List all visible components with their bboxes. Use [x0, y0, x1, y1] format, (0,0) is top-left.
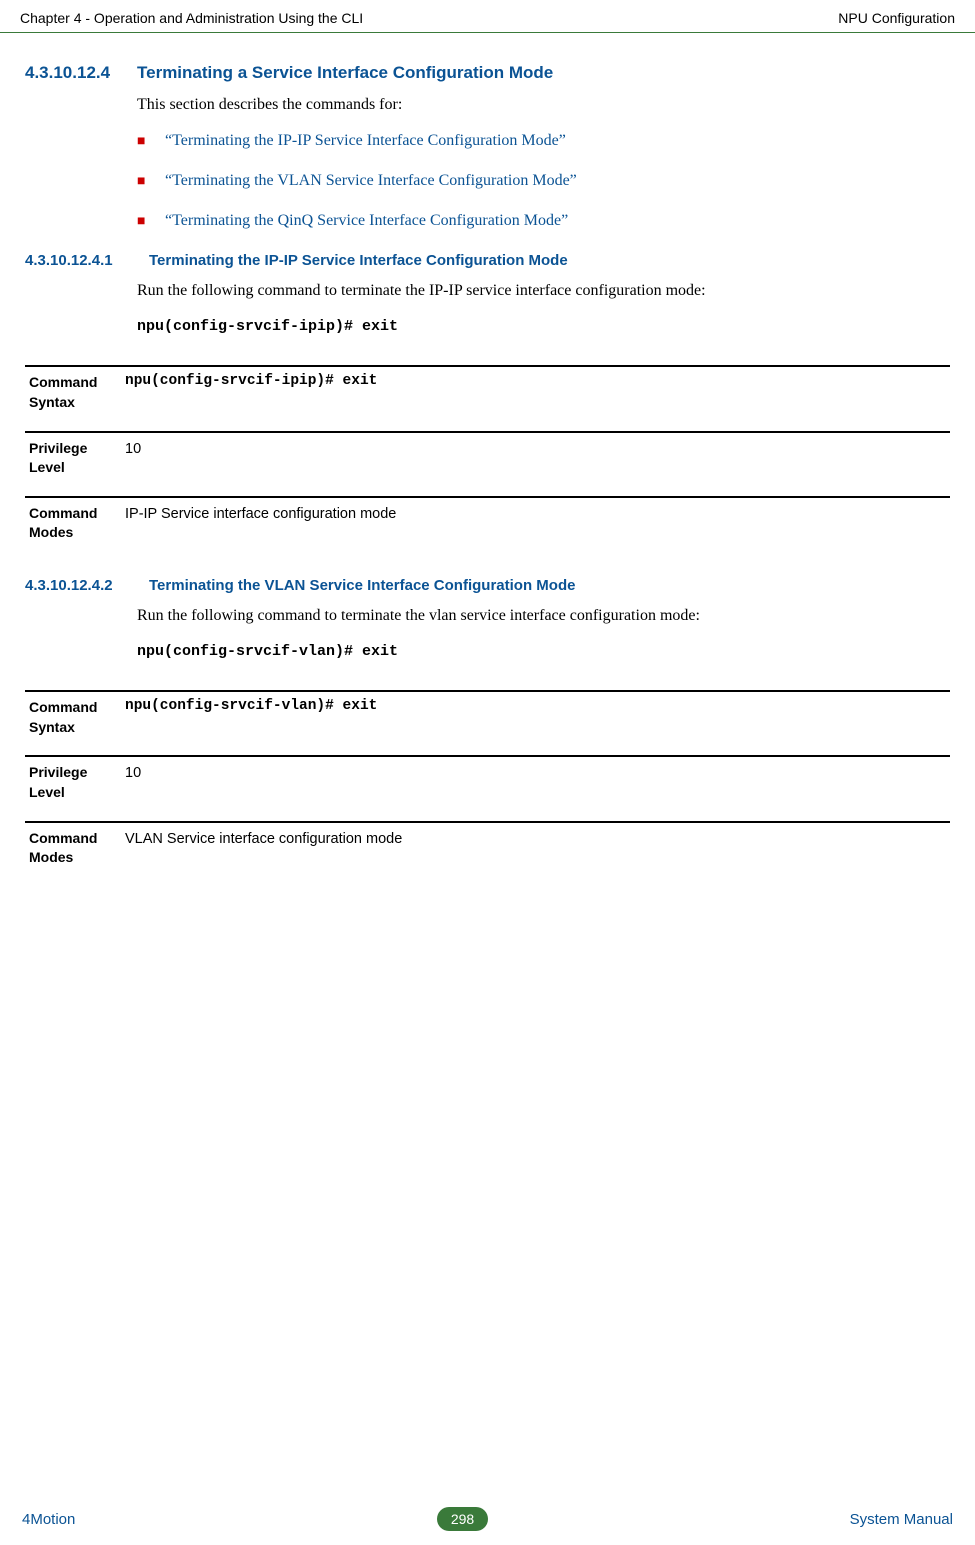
header-right: NPU Configuration — [838, 10, 955, 26]
page-content: 4.3.10.12.4 Terminating a Service Interf… — [0, 33, 975, 912]
page-footer: 4Motion 298 System Manual — [0, 1507, 975, 1531]
table-row: Command Modes VLAN Service interface con… — [25, 821, 950, 886]
section-number: 4.3.10.12.4 — [25, 63, 110, 82]
command-syntax-value: npu(config-srvcif-vlan)# exit — [125, 698, 377, 714]
command-modes-label: Command Modes — [25, 829, 125, 868]
subsection-body: Run the following command to terminate t… — [137, 277, 950, 304]
command-modes-value: IP-IP Service interface configuration mo… — [125, 504, 396, 524]
header-left: Chapter 4 - Operation and Administration… — [20, 10, 363, 26]
list-item: ■ “Terminating the IP-IP Service Interfa… — [137, 132, 950, 150]
bullet-icon: ■ — [137, 172, 165, 188]
subsection-title: Terminating the VLAN Service Interface C… — [149, 577, 575, 594]
footer-left: 4Motion — [22, 1511, 75, 1528]
link-text[interactable]: “Terminating the IP-IP Service Interface… — [165, 132, 566, 150]
table-row: Privilege Level 10 — [25, 431, 950, 496]
subsection-title: Terminating the IP-IP Service Interface … — [149, 252, 568, 269]
section-intro: This section describes the commands for: — [137, 91, 950, 118]
table-row: Command Syntax npu(config-srvcif-vlan)# … — [25, 690, 950, 755]
subsection-number: 4.3.10.12.4.1 — [25, 252, 149, 269]
subsection-heading: 4.3.10.12.4.1 Terminating the IP-IP Serv… — [25, 252, 950, 269]
privilege-level-label: Privilege Level — [25, 763, 125, 802]
subsection-heading: 4.3.10.12.4.2 Terminating the VLAN Servi… — [25, 577, 950, 594]
command-example: npu(config-srvcif-vlan)# exit — [137, 643, 950, 660]
command-table: Command Syntax npu(config-srvcif-vlan)# … — [25, 690, 950, 886]
privilege-level-value: 10 — [125, 439, 141, 459]
link-text[interactable]: “Terminating the VLAN Service Interface … — [165, 172, 577, 190]
command-syntax-value: npu(config-srvcif-ipip)# exit — [125, 373, 377, 389]
table-row: Privilege Level 10 — [25, 755, 950, 820]
subsection-body: Run the following command to terminate t… — [137, 602, 950, 629]
section-title: Terminating a Service Interface Configur… — [137, 63, 553, 83]
list-item: ■ “Terminating the QinQ Service Interfac… — [137, 212, 950, 230]
bullet-icon: ■ — [137, 212, 165, 228]
bullet-icon: ■ — [137, 132, 165, 148]
privilege-level-label: Privilege Level — [25, 439, 125, 478]
command-example: npu(config-srvcif-ipip)# exit — [137, 318, 950, 335]
privilege-level-value: 10 — [125, 763, 141, 783]
list-item: ■ “Terminating the VLAN Service Interfac… — [137, 172, 950, 190]
command-table: Command Syntax npu(config-srvcif-ipip)# … — [25, 365, 950, 561]
footer-right: System Manual — [850, 1511, 953, 1528]
section-heading: 4.3.10.12.4 Terminating a Service Interf… — [25, 63, 950, 83]
page-number-badge: 298 — [437, 1507, 488, 1531]
subsection-number: 4.3.10.12.4.2 — [25, 577, 149, 594]
table-row: Command Modes IP-IP Service interface co… — [25, 496, 950, 561]
command-syntax-label: Command Syntax — [25, 698, 125, 737]
link-text[interactable]: “Terminating the QinQ Service Interface … — [165, 212, 568, 230]
command-modes-label: Command Modes — [25, 504, 125, 543]
page-header: Chapter 4 - Operation and Administration… — [0, 0, 975, 33]
command-syntax-label: Command Syntax — [25, 373, 125, 412]
table-row: Command Syntax npu(config-srvcif-ipip)# … — [25, 365, 950, 430]
link-list: ■ “Terminating the IP-IP Service Interfa… — [137, 132, 950, 230]
command-modes-value: VLAN Service interface configuration mod… — [125, 829, 402, 849]
